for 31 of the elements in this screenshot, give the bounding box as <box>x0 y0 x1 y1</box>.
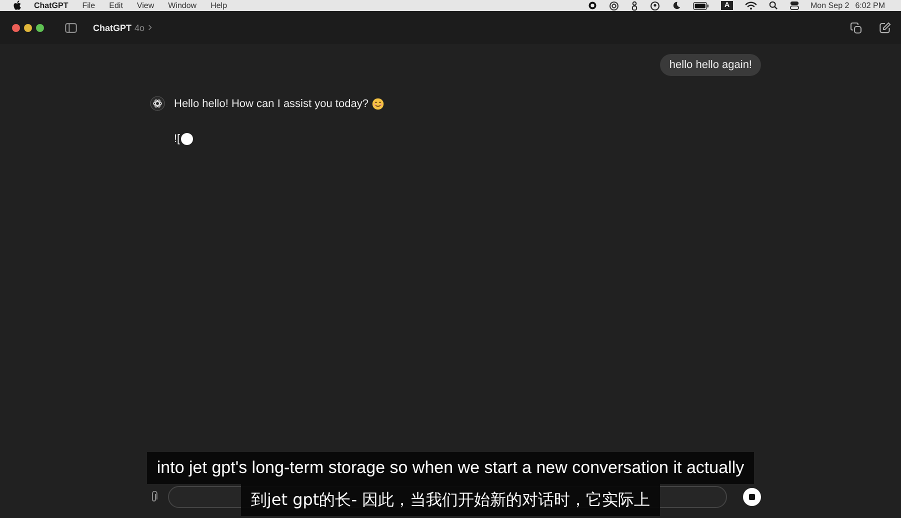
menu-app-name[interactable]: ChatGPT <box>34 1 68 10</box>
stop-button[interactable] <box>743 488 761 506</box>
battery-icon[interactable] <box>693 2 710 10</box>
control-center-icon[interactable] <box>790 1 798 10</box>
search-icon[interactable] <box>768 1 778 10</box>
close-button[interactable] <box>12 24 20 32</box>
apple-icon[interactable] <box>13 0 22 11</box>
menu-time[interactable]: 6:02 PM <box>855 1 885 10</box>
sidebar-icon[interactable] <box>65 22 77 32</box>
temporary-chat-icon[interactable] <box>850 22 862 34</box>
menu-date[interactable]: Mon Sep 2 <box>810 1 850 10</box>
paperclip-icon[interactable] <box>150 491 158 503</box>
zoom-button[interactable] <box>36 24 44 32</box>
moon-icon[interactable] <box>672 1 682 10</box>
subtitle-overlay: 到jet gpt的长- 因此，当我们开始新的对话时，它实际上 <box>240 484 660 516</box>
minimize-button[interactable] <box>24 24 32 32</box>
assistant-message: Hello hello! How can I assist you today? <box>174 98 368 110</box>
subtitle-overlay: into jet gpt's long-term storage so when we start a new conversation it actually <box>146 452 754 484</box>
record-icon[interactable] <box>588 1 598 10</box>
wifi-icon[interactable] <box>744 1 756 10</box>
model-selector[interactable]: ChatGPT 4o <box>93 22 152 32</box>
user-message: hello hello again! <box>660 54 761 76</box>
menu-item[interactable]: Help <box>210 1 228 10</box>
chevron-icon <box>148 24 152 31</box>
menu-item[interactable]: Window <box>168 1 197 10</box>
menu-item[interactable]: Edit <box>109 1 123 10</box>
new-chat-icon[interactable] <box>879 22 891 34</box>
assistant-message: ![ <box>174 132 180 144</box>
assistant-logo-icon <box>150 96 165 111</box>
menu-item[interactable]: File <box>82 1 96 10</box>
menu-item[interactable]: View <box>136 1 154 10</box>
